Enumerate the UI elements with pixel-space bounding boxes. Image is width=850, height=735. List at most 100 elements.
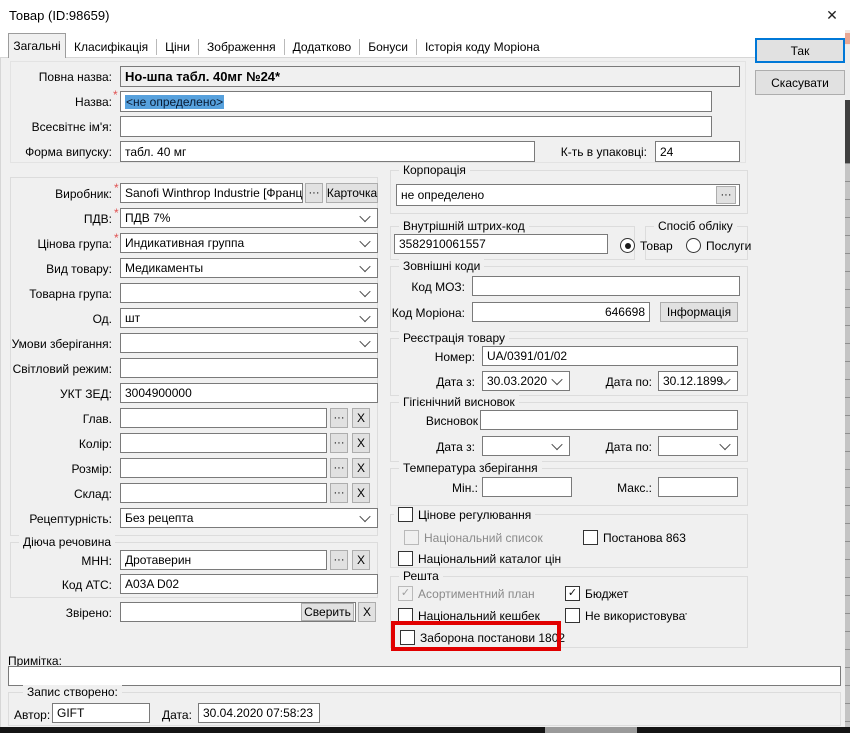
checkbox-assortment-plan[interactable]: ✓ Асортиментний план	[398, 586, 535, 601]
registration-date-to-select[interactable]: 30.12.1899	[658, 371, 738, 391]
light-mode-input[interactable]	[120, 358, 378, 378]
verified-clear-button[interactable]: X	[358, 602, 376, 622]
temperature-min-label: Мін.:	[390, 481, 478, 495]
tab-classification[interactable]: Класифікація	[66, 39, 157, 55]
checkbox-national-list[interactable]: Національний список	[404, 530, 543, 545]
price-group-select[interactable]: Индикативная группа	[120, 233, 378, 253]
checkbox-national-price-catalog[interactable]: Національний каталог цін	[398, 551, 561, 566]
mnn-label: МНН:	[8, 554, 112, 568]
tab-morion-history[interactable]: Історія коду Моріона	[417, 39, 548, 55]
glav-label: Глав.	[8, 412, 112, 426]
warehouse-browse-button[interactable]: ···	[330, 483, 348, 503]
vat-select[interactable]: ПДВ 7%	[120, 208, 378, 228]
unit-select[interactable]: шт	[120, 308, 378, 328]
registration-number-label: Номер:	[390, 350, 475, 364]
note-input[interactable]	[8, 666, 841, 686]
glav-clear-button[interactable]: X	[352, 408, 370, 428]
checkbox-prohibition-resolution-1802[interactable]: Заборона постанови 1802	[400, 630, 565, 645]
conclusion-input[interactable]	[480, 410, 738, 430]
mnn-browse-button[interactable]: ···	[330, 550, 348, 570]
hygienic-date-from-select[interactable]	[482, 436, 570, 456]
manufacturer-browse-button[interactable]: ···	[305, 183, 323, 203]
warehouse-clear-button[interactable]: X	[352, 483, 370, 503]
radio-dot-icon	[620, 238, 635, 253]
vat-required-mark: *	[114, 206, 119, 220]
morion-code-input[interactable]: 646698	[472, 302, 650, 322]
temperature-min-input[interactable]	[482, 477, 572, 497]
product-group-select[interactable]	[120, 283, 378, 303]
registration-date-from-select[interactable]: 30.03.2020	[482, 371, 570, 391]
background-pink-sliver	[845, 33, 850, 44]
checkbox-box	[398, 551, 413, 566]
tab-bonuses[interactable]: Бонуси	[360, 39, 417, 55]
product-kind-select[interactable]: Медикаменты	[120, 258, 378, 278]
price-group-label: Цінова група:	[8, 237, 112, 251]
glav-field[interactable]	[120, 408, 327, 428]
checkbox-box	[398, 507, 413, 522]
size-label: Розмір:	[8, 462, 112, 476]
full-name-label: Повна назва:	[10, 70, 112, 84]
background-bottom-scroll-thumb[interactable]	[545, 727, 637, 733]
author-field[interactable]: GIFT	[52, 703, 150, 723]
product-kind-label: Вид товару:	[8, 262, 112, 276]
barcode-input[interactable]: 3582910061557	[394, 234, 608, 254]
substance-group-title: Діюча речовина	[19, 535, 115, 549]
release-form-label: Форма випуску:	[10, 145, 112, 159]
pack-qty-input[interactable]: 24	[655, 141, 740, 162]
manufacturer-label: Виробник:	[8, 187, 112, 201]
corporation-browse-button[interactable]: ···	[716, 186, 736, 204]
manufacturer-required-mark: *	[114, 181, 119, 195]
name-input[interactable]: <не определено>	[120, 91, 712, 112]
close-icon[interactable]: ✕	[818, 4, 846, 26]
checkbox-budget[interactable]: ✓ Бюджет	[565, 586, 628, 601]
release-form-input[interactable]: табл. 40 мг	[120, 141, 535, 162]
moz-code-input[interactable]	[472, 276, 740, 296]
manufacturer-card-button[interactable]: Карточка	[326, 183, 378, 203]
atc-field[interactable]: A03A D02	[120, 574, 378, 594]
checkbox-national-cashback[interactable]: Національний кешбек	[398, 608, 540, 623]
verify-button[interactable]: Сверить	[301, 603, 354, 621]
temperature-max-input[interactable]	[658, 477, 738, 497]
rest-group-title: Решта	[399, 569, 443, 583]
size-clear-button[interactable]: X	[352, 458, 370, 478]
background-bottom-bar	[0, 727, 850, 733]
registration-number-input[interactable]: UA/0391/01/02	[482, 346, 738, 366]
chevron-down-icon	[359, 311, 370, 322]
color-browse-button[interactable]: ···	[330, 433, 348, 453]
corporation-field[interactable]: не определено	[396, 184, 740, 206]
checkbox-box	[565, 608, 580, 623]
prescription-select[interactable]: Без рецепта	[120, 508, 378, 528]
glav-browse-button[interactable]: ···	[330, 408, 348, 428]
ok-button[interactable]: Так	[755, 38, 845, 63]
color-clear-button[interactable]: X	[352, 433, 370, 453]
ukt-zed-input[interactable]: 3004900000	[120, 383, 378, 403]
tab-prices[interactable]: Ціни	[157, 39, 199, 55]
checkbox-box: ✓	[565, 586, 580, 601]
storage-conditions-select[interactable]	[120, 333, 378, 353]
tab-additional[interactable]: Додатково	[285, 39, 361, 55]
checkbox-do-not-use[interactable]: Не використовувати	[565, 608, 687, 623]
checkbox-resolution-863[interactable]: Постанова 863	[583, 530, 686, 545]
morion-code-label: Код Моріона:	[390, 306, 465, 320]
cancel-button[interactable]: Скасувати	[755, 70, 845, 95]
info-button[interactable]: Інформація	[660, 302, 738, 322]
corporation-group-title: Корпорація	[399, 163, 470, 177]
size-browse-button[interactable]: ···	[330, 458, 348, 478]
hygienic-date-to-select[interactable]	[658, 436, 738, 456]
conclusion-label: Висновок	[390, 414, 478, 428]
warehouse-field[interactable]	[120, 483, 327, 503]
hygienic-date-from-label: Дата з:	[390, 440, 475, 454]
radio-goods[interactable]: Товар	[620, 238, 673, 253]
mnn-clear-button[interactable]: X	[352, 550, 370, 570]
manufacturer-field[interactable]: Sanofi Winthrop Industrie [Франция]	[120, 183, 303, 203]
tab-images[interactable]: Зображення	[199, 39, 285, 55]
world-name-input[interactable]	[120, 116, 712, 137]
color-field[interactable]	[120, 433, 327, 453]
radio-services[interactable]: Послуги	[686, 238, 751, 253]
created-date-field[interactable]: 30.04.2020 07:58:23	[198, 703, 320, 723]
tab-general[interactable]: Загальні	[8, 33, 66, 58]
size-field[interactable]	[120, 458, 327, 478]
mnn-field[interactable]: Дротаверин	[120, 550, 327, 570]
verified-label: Звірено:	[8, 606, 112, 620]
checkbox-price-regulation[interactable]: Цінове регулювання	[394, 507, 535, 522]
